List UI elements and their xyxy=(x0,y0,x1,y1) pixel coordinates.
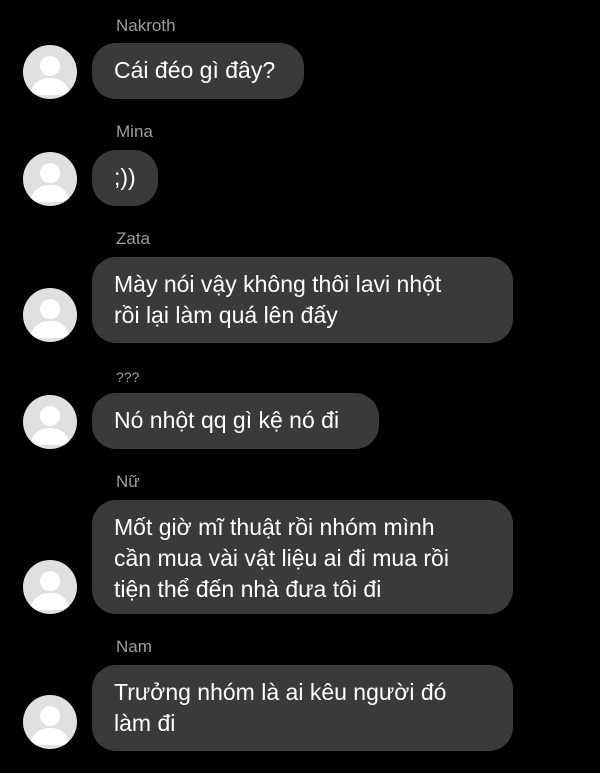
message-bubble[interactable]: Mày nói vậy không thôi lavi nhột rồi lại… xyxy=(92,257,513,343)
sender-name: Nam xyxy=(116,637,152,656)
avatar[interactable] xyxy=(23,395,77,449)
user-avatar-icon xyxy=(30,56,70,95)
message-text-line: cần mua vài vật liệu ai đi mua rồi xyxy=(114,545,449,571)
message-text-line: Mốt giờ mĩ thuật rồi nhóm mình xyxy=(114,514,435,540)
message-text-line: Mày nói vậy không thôi lavi nhột xyxy=(114,271,442,297)
user-avatar-icon xyxy=(30,163,70,202)
user-avatar-icon xyxy=(30,706,70,745)
sender-name: Mina xyxy=(116,122,153,141)
message-text-line: rồi lại làm quá lên đấy xyxy=(114,302,338,328)
message-text-line: làm đi xyxy=(114,710,176,736)
message-text: ;)) xyxy=(114,164,136,190)
message-bubble[interactable]: Nó nhột qq gì kệ nó đi xyxy=(92,393,379,449)
message-bubble[interactable]: Trưởng nhóm là ai kêu người đó làm đi xyxy=(92,665,513,751)
avatar[interactable] xyxy=(23,45,77,99)
message-bubble[interactable]: Cái đéo gì đây? xyxy=(92,43,304,99)
avatar[interactable] xyxy=(23,288,77,342)
message-text: Cái đéo gì đây? xyxy=(114,57,276,83)
sender-name: Nữ xyxy=(116,472,140,491)
sender-name: ??? xyxy=(116,369,140,385)
user-avatar-icon xyxy=(30,299,70,338)
avatar[interactable] xyxy=(23,560,77,614)
message-text-line: tiện thể đến nhà đưa tôi đi xyxy=(114,576,382,602)
sender-name: Zata xyxy=(116,229,151,248)
user-avatar-icon xyxy=(30,406,70,445)
avatar[interactable] xyxy=(23,695,77,749)
message-text-line: Trưởng nhóm là ai kêu người đó xyxy=(114,679,447,705)
sender-name: Nakroth xyxy=(116,16,176,35)
message-text: Nó nhột qq gì kệ nó đi xyxy=(114,407,340,433)
message-bubble[interactable]: Mốt giờ mĩ thuật rồi nhóm mình cần mua v… xyxy=(92,500,513,614)
avatar[interactable] xyxy=(23,152,77,206)
message-bubble[interactable]: ;)) xyxy=(92,150,158,206)
user-avatar-icon xyxy=(30,571,70,610)
